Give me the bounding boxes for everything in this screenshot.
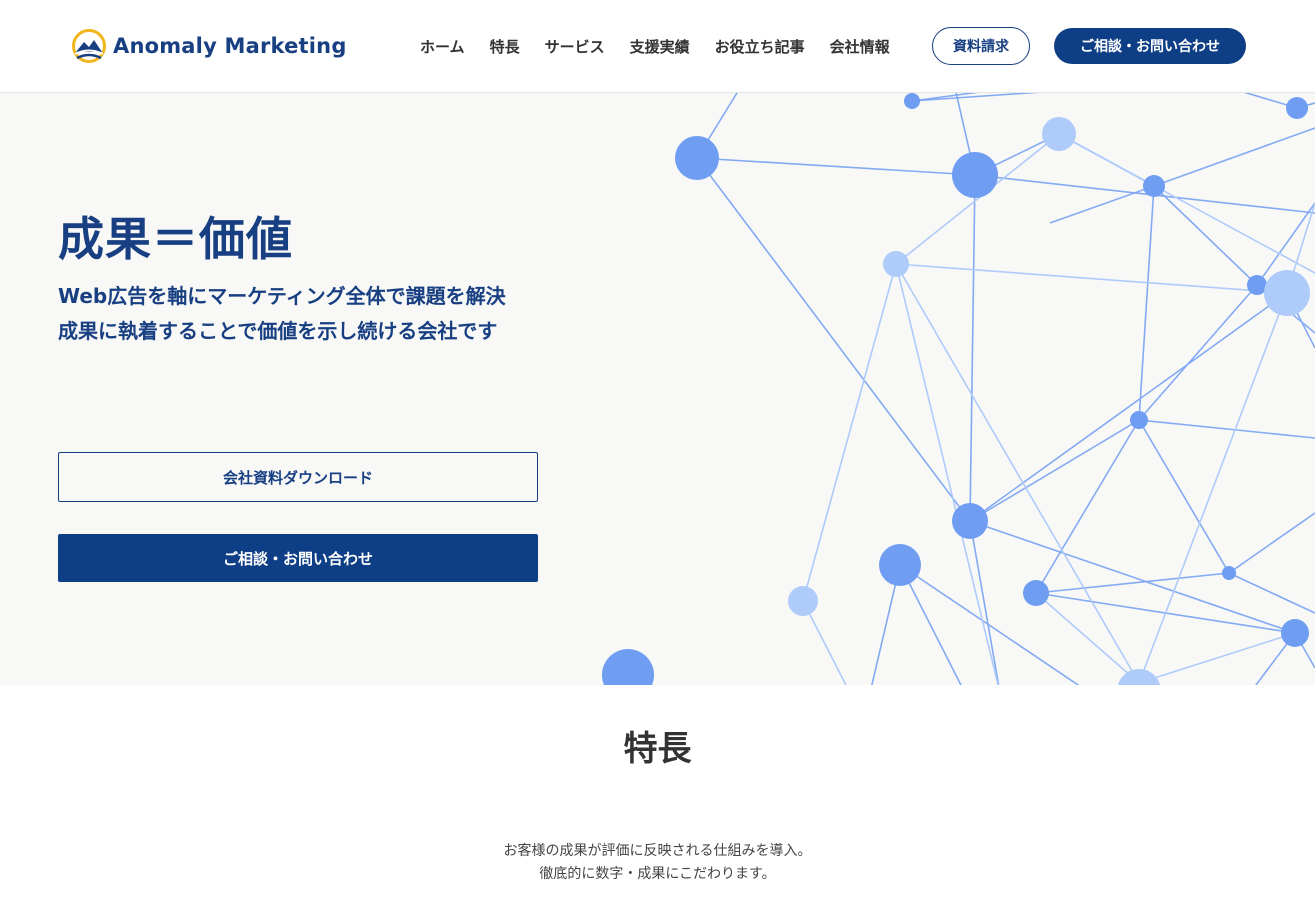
nav-item-company[interactable]: 会社情報 xyxy=(830,36,890,57)
hero-subtitle-line-1: Web広告を軸にマーケティング全体で課題を解決 xyxy=(58,284,506,308)
download-materials-button[interactable]: 会社資料ダウンロード xyxy=(58,452,538,502)
nav-item-home[interactable]: ホーム xyxy=(420,36,465,57)
hero-contact-button[interactable]: ご相談・お問い合わせ xyxy=(58,534,538,582)
hero-title: 成果＝価値 xyxy=(58,212,293,266)
hero-subtitle: Web広告を軸にマーケティング全体で課題を解決 成果に執着することで価値を示し続… xyxy=(58,279,506,349)
main-nav: ホーム 特長 サービス 支援実績 お役立ち記事 会社情報 xyxy=(420,36,915,57)
features-title: 特長 xyxy=(623,729,692,769)
request-document-button[interactable]: 資料請求 xyxy=(932,27,1030,65)
nav-item-features[interactable]: 特長 xyxy=(490,36,520,57)
features-description-line-1: お客様の成果が評価に反映される仕組みを導入。 xyxy=(503,843,812,859)
nav-item-cases[interactable]: 支援実績 xyxy=(630,36,690,57)
hero-subtitle-line-2: 成果に執着することで価値を示し続ける会社です xyxy=(58,319,498,343)
site-header: Anomaly Marketing ホーム 特長 サービス 支援実績 お役立ち記… xyxy=(0,0,1315,93)
hero-section: 成果＝価値 Web広告を軸にマーケティング全体で課題を解決 成果に執着することで… xyxy=(0,93,1315,685)
header-contact-button[interactable]: ご相談・お問い合わせ xyxy=(1054,28,1246,64)
nav-item-articles[interactable]: お役立ち記事 xyxy=(715,36,805,57)
logo[interactable]: Anomaly Marketing xyxy=(71,28,347,64)
logo-text: Anomaly Marketing xyxy=(113,34,347,58)
network-graphic xyxy=(602,93,1315,685)
features-description-line-2: 徹底的に数字・成果にこだわります。 xyxy=(539,866,776,882)
nav-item-services[interactable]: サービス xyxy=(545,36,605,57)
mountain-logo-icon xyxy=(72,29,106,63)
features-description: お客様の成果が評価に反映される仕組みを導入。 徹底的に数字・成果にこだわります。 xyxy=(0,840,1315,886)
